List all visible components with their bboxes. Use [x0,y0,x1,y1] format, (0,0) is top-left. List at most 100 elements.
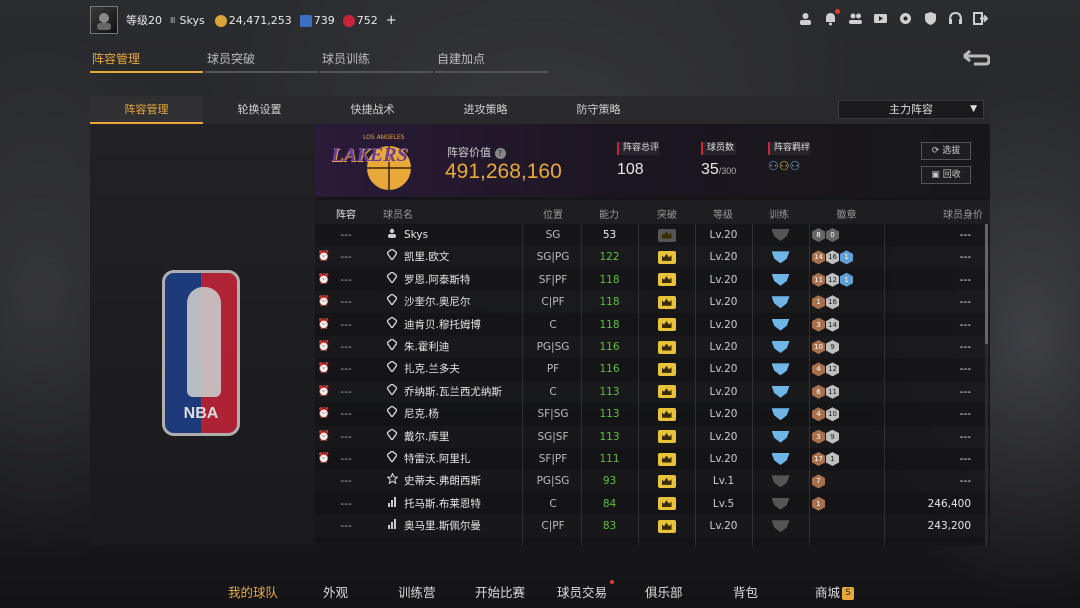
lineup-slot[interactable]: --- [333,358,359,380]
col-position[interactable]: 位置 [525,206,581,221]
breakthrough-crown-icon[interactable] [638,246,695,268]
training-icon[interactable] [752,314,809,336]
back-icon[interactable] [960,48,991,74]
breakthrough-crown-icon[interactable] [638,336,695,358]
col-value[interactable]: 球员身价 [903,206,983,221]
table-row[interactable]: --- 托马斯.布莱恩特 C 84 Lv.5 1 246,400 [315,493,990,515]
tab-custom-points[interactable]: 自建加点 [435,50,548,73]
table-row[interactable]: ⏰ --- 凯里.欧文 SG|PG 122 Lv.20 14 16 1 --- [315,246,990,268]
breakthrough-crown-icon[interactable] [638,493,695,515]
table-scrollbar[interactable] [985,224,988,546]
badge-group[interactable]: 14 16 1 [812,246,884,268]
breakthrough-crown-icon[interactable] [638,426,695,448]
player-name[interactable]: 沙奎尔.奥尼尔 [404,291,522,313]
breakthrough-crown-icon[interactable] [638,403,695,425]
nav-club[interactable]: 俱乐部 [645,582,683,601]
badge-group[interactable]: 6 11 [812,381,884,403]
lineup-slot[interactable]: --- [333,493,359,515]
training-icon[interactable] [752,358,809,380]
breakthrough-crown-icon[interactable] [638,358,695,380]
nav-player-trade[interactable]: 球员交易 [557,580,615,601]
lineup-slot[interactable]: --- [333,224,359,246]
breakthrough-crown-icon[interactable] [638,470,695,492]
training-icon[interactable] [752,426,809,448]
player-name[interactable]: 奥马里.斯佩尔曼 [404,515,522,537]
subtab-rotation[interactable]: 轮换设置 [203,96,316,124]
badge-group[interactable]: 1 16 [812,291,884,313]
badge-group[interactable]: 80 [812,224,884,246]
nav-backpack[interactable]: 背包 [733,582,758,601]
col-rating[interactable]: 能力 [581,206,637,221]
table-row[interactable]: ⏰ --- 罗恩.阿泰斯特 SF|PF 118 Lv.20 11 12 1 --- [315,269,990,291]
training-icon[interactable] [752,224,809,246]
player-name[interactable]: 尼克.杨 [404,403,522,425]
player-name[interactable]: 罗恩.阿泰斯特 [404,269,522,291]
training-icon[interactable] [752,515,809,537]
badge-group[interactable]: 39 [812,426,884,448]
subtab-offense[interactable]: 进攻策略 [429,96,542,124]
lineup-slot[interactable]: --- [333,448,359,470]
breakthrough-crown-icon[interactable] [638,269,695,291]
table-row[interactable]: ⏰ --- 扎克.兰多夫 PF 116 Lv.20 4 12 --- [315,358,990,380]
col-break[interactable]: 突破 [639,206,695,221]
badge-group[interactable]: 1 [812,493,884,515]
badge-group[interactable]: 11 12 1 [812,269,884,291]
bell-icon[interactable] [823,9,840,26]
lineup-dropdown[interactable]: 主力阵容 ▼ [838,100,984,119]
badge-group[interactable]: 17 1 [812,448,884,470]
nav-appearance[interactable]: 外观 [323,582,348,601]
training-icon[interactable] [752,448,809,470]
nav-start-game[interactable]: 开始比赛 [475,582,525,601]
player-name[interactable]: 朱.霍利迪 [404,336,522,358]
subtab-quick-tactics[interactable]: 快捷战术 [316,96,429,124]
gear-icon[interactable] [898,11,913,26]
table-row[interactable]: --- 史蒂夫.弗朗西斯 PG|SG 93 Lv.1 7 --- [315,470,990,492]
lineup-slot[interactable]: --- [333,269,359,291]
col-badges[interactable]: 徽章 [809,206,884,221]
training-icon[interactable] [752,381,809,403]
subtab-lineup[interactable]: 阵容管理 [90,96,203,124]
lineup-slot[interactable]: --- [333,336,359,358]
table-row[interactable]: ⏰ --- 尼克.杨 SF|SG 113 Lv.20 4 10 --- [315,403,990,425]
badge-group[interactable]: 4 12 [812,358,884,380]
badge-group[interactable]: 10 9 [812,336,884,358]
lineup-slot[interactable]: --- [333,381,359,403]
badge-group[interactable]: 7 [812,470,884,492]
add-currency-button[interactable]: + [386,13,397,28]
training-icon[interactable] [752,269,809,291]
badge-group[interactable] [812,515,884,537]
lineup-slot[interactable]: --- [333,426,359,448]
table-row[interactable]: ⏰ --- 戴尔.库里 SG|SF 113 Lv.20 3 9 --- [315,426,990,448]
col-name[interactable]: 球员名 [383,206,423,221]
training-icon[interactable] [752,493,809,515]
lineup-slot[interactable]: --- [333,403,359,425]
breakthrough-crown-icon[interactable] [638,224,695,246]
table-row[interactable]: --- Skys SG 53 Lv.20 8 0 --- [315,224,990,246]
lineup-slot[interactable]: --- [333,291,359,313]
player-name[interactable]: 乔纳斯.瓦兰西尤纳斯 [404,381,522,403]
headset-icon[interactable] [948,11,963,26]
breakthrough-crown-icon[interactable] [638,314,695,336]
player-name[interactable]: 迪肯贝.穆托姆博 [404,314,522,336]
lineup-slot[interactable]: --- [333,246,359,268]
select-button[interactable]: ⟳ 选拔 [921,142,971,160]
breakthrough-crown-icon[interactable] [638,381,695,403]
col-lineup[interactable]: 阵容 [333,206,359,221]
player-name[interactable]: Skys [404,224,522,246]
table-row[interactable]: ⏰ --- 迪肯贝.穆托姆博 C 118 Lv.20 3 14 --- [315,314,990,336]
training-icon[interactable] [752,403,809,425]
col-level[interactable]: 等级 [695,206,751,221]
training-icon[interactable] [752,246,809,268]
table-row[interactable]: ⏰ --- 乔纳斯.瓦兰西尤纳斯 C 113 Lv.20 6 11 --- [315,381,990,403]
shield-icon[interactable] [923,11,938,26]
player-name[interactable]: 凯里.欧文 [404,246,522,268]
bond-icons[interactable]: ⚇⚇⚇ [768,159,810,173]
player-name[interactable]: 特雷沃.阿里扎 [404,448,522,470]
tab-player-training[interactable]: 球员训练 [320,50,433,73]
training-icon[interactable] [752,336,809,358]
player-name[interactable]: 扎克.兰多夫 [404,358,522,380]
friends-icon[interactable] [848,11,863,26]
avatar[interactable] [90,6,118,34]
logout-icon[interactable] [973,11,989,26]
profile-icon[interactable] [798,11,813,26]
